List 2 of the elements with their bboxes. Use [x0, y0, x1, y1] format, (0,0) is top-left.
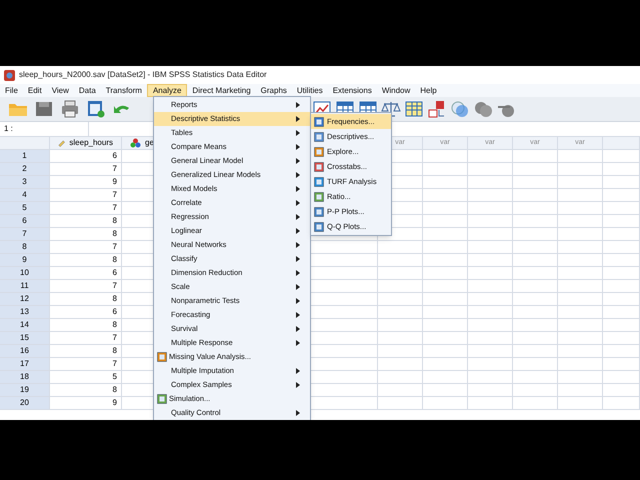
column-name: sleep_hours	[69, 137, 113, 149]
window-title: sleep_hours_N2000.sav [DataSet2] - IBM SPSS Statistics Data Editor	[19, 69, 267, 81]
